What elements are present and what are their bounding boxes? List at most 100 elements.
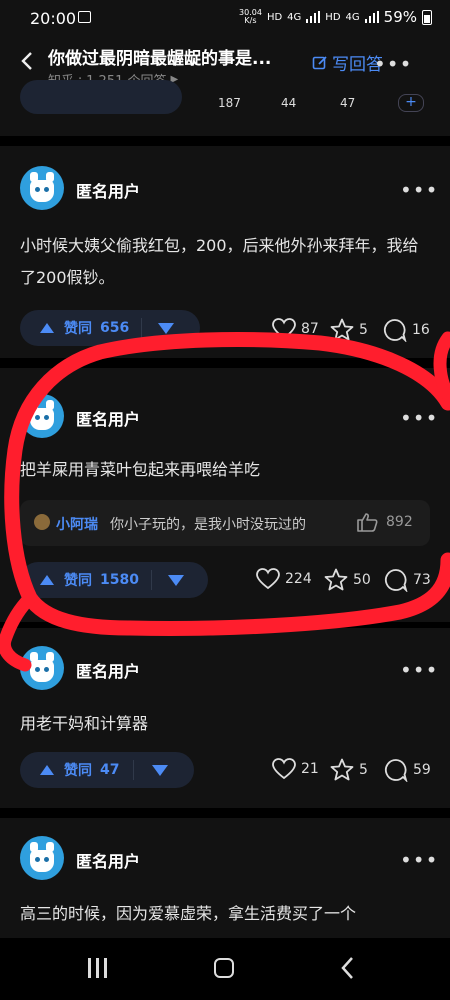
answer-card[interactable]: 匿名用户 ••• 把羊屎用青菜叶包起来再喂给羊吃 小阿瑞 你小子玩的，是我小时没… <box>0 368 450 620</box>
signal-icon-2 <box>364 11 379 23</box>
divider <box>0 136 450 146</box>
recent-apps-icon[interactable] <box>88 958 110 978</box>
comment-icon <box>384 569 408 592</box>
star-icon <box>324 568 348 591</box>
favorite-count: 5 <box>359 761 368 778</box>
more-options-button[interactable]: ••• <box>400 658 438 682</box>
commenter-name[interactable]: 小阿瑞 <box>56 514 98 534</box>
comment-text: 你小子玩的，是我小时没玩过的 <box>110 517 306 533</box>
comment-stat[interactable]: 59 <box>384 758 431 782</box>
favorite-stat[interactable]: 5 <box>330 318 368 341</box>
network-type-2: 4G <box>345 11 360 23</box>
avatar[interactable] <box>20 394 64 438</box>
featured-comment[interactable]: 小阿瑞 你小子玩的，是我小时没玩过的 892 <box>20 500 430 546</box>
previous-answer-actions: 187 44 47 + <box>0 80 450 134</box>
upvote-label: 赞同 <box>64 573 92 589</box>
username[interactable]: 匿名用户 <box>76 406 140 430</box>
username[interactable]: 匿名用户 <box>76 848 140 872</box>
like-stat[interactable]: 224 <box>256 568 312 590</box>
avatar[interactable] <box>20 836 64 880</box>
upvote-icon <box>40 765 54 775</box>
status-bar: 20:00 30.04 K/s HD 4G HD 4G 59% <box>0 0 450 36</box>
divider <box>0 358 450 368</box>
like-stat[interactable]: 21 <box>272 758 319 780</box>
like-stat[interactable]: 87 <box>272 318 319 340</box>
prev-plus-button[interactable]: + <box>398 94 424 112</box>
upvote-label: 赞同 <box>64 763 92 779</box>
answer-card[interactable]: 匿名用户 ••• 高三的时候，因为爱慕虚荣，拿生活费买了一个 <box>0 818 450 938</box>
heart-icon <box>256 568 280 590</box>
thumb-up-icon <box>357 513 378 532</box>
like-count: 224 <box>285 571 312 587</box>
prev-vote-pill[interactable] <box>20 80 182 114</box>
favorite-count: 5 <box>359 321 368 338</box>
write-answer-button[interactable]: 写回答 <box>312 50 383 75</box>
more-options-button[interactable]: ••• <box>400 178 438 202</box>
upvote-pill[interactable]: 赞同 47 <box>20 752 194 788</box>
more-options-button[interactable]: ••• <box>400 406 438 430</box>
favorite-stat[interactable]: 50 <box>324 568 371 591</box>
hd-badge-2: HD <box>325 11 341 23</box>
upvote-pill[interactable]: 赞同 1580 <box>20 562 208 598</box>
upvote-count: 1580 <box>100 572 139 588</box>
comment-like[interactable]: 892 <box>356 512 413 532</box>
vote-divider <box>141 318 143 338</box>
commenter-avatar[interactable] <box>34 514 50 530</box>
answer-card[interactable]: 匿名用户 ••• 小时候大姨父偷我红包，200，后来他外孙来拜年，我给了200假… <box>0 146 450 358</box>
back-icon[interactable] <box>340 956 354 980</box>
more-options-button[interactable]: ••• <box>374 52 412 76</box>
avatar[interactable] <box>20 166 64 210</box>
comment-icon <box>383 319 407 342</box>
prev-comment-count: 47 <box>340 96 356 110</box>
downvote-icon[interactable] <box>152 764 169 776</box>
username[interactable]: 匿名用户 <box>76 178 140 202</box>
edit-icon <box>312 55 327 69</box>
like-count: 87 <box>301 321 319 337</box>
question-title[interactable]: 你做过最阴暗最龌龊的事是... <box>48 44 271 69</box>
comment-stat[interactable]: 16 <box>383 318 430 342</box>
upvote-count: 656 <box>100 320 130 336</box>
comment-count: 16 <box>412 322 430 338</box>
network-type: 4G <box>287 11 302 23</box>
comment-count: 73 <box>413 572 431 588</box>
chevron-left-icon[interactable] <box>18 52 36 70</box>
upvote-icon <box>40 575 54 585</box>
star-icon <box>330 318 354 341</box>
favorite-stat[interactable]: 5 <box>330 758 368 781</box>
network-speed: 30.04 K/s <box>239 8 262 25</box>
like-count: 21 <box>301 761 319 777</box>
upvote-label: 赞同 <box>64 321 92 337</box>
comment-count: 59 <box>413 762 431 778</box>
comment-like-count: 892 <box>386 514 413 530</box>
username[interactable]: 匿名用户 <box>76 658 140 682</box>
status-indicators: 30.04 K/s HD 4G HD 4G 59% <box>239 8 432 26</box>
signal-icon <box>306 11 321 23</box>
prev-like-count: 187 <box>218 96 241 110</box>
answer-text[interactable]: 小时候大姨父偷我红包，200，后来他外孙来拜年，我给了200假钞。 <box>20 230 430 294</box>
heart-icon <box>272 318 296 340</box>
vote-divider <box>150 570 152 590</box>
vote-divider <box>133 760 135 780</box>
divider <box>0 808 450 818</box>
answer-text[interactable]: 用老干妈和计算器 <box>20 708 430 740</box>
answer-text[interactable]: 把羊屎用青菜叶包起来再喂给羊吃 <box>20 454 430 486</box>
favorite-count: 50 <box>353 571 371 588</box>
home-icon[interactable] <box>214 958 234 978</box>
upvote-count: 47 <box>100 762 120 778</box>
battery-icon <box>422 9 432 25</box>
answer-text[interactable]: 高三的时候，因为爱慕虚荣，拿生活费买了一个 <box>20 898 430 930</box>
comment-stat[interactable]: 73 <box>384 568 431 592</box>
star-icon <box>330 758 354 781</box>
more-options-button[interactable]: ••• <box>400 848 438 872</box>
system-nav-bar <box>0 938 450 1000</box>
upvote-icon <box>40 323 54 333</box>
upvote-pill[interactable]: 赞同 656 <box>20 310 200 346</box>
answer-card[interactable]: 匿名用户 ••• 用老干妈和计算器 赞同 47 21 5 59 <box>0 628 450 808</box>
downvote-icon[interactable] <box>158 322 175 334</box>
avatar[interactable] <box>20 646 64 690</box>
heart-icon <box>272 758 296 780</box>
prev-star-count: 44 <box>281 96 297 110</box>
comment-icon <box>384 759 408 782</box>
status-time: 20:00 <box>30 9 77 28</box>
downvote-icon[interactable] <box>167 574 184 586</box>
